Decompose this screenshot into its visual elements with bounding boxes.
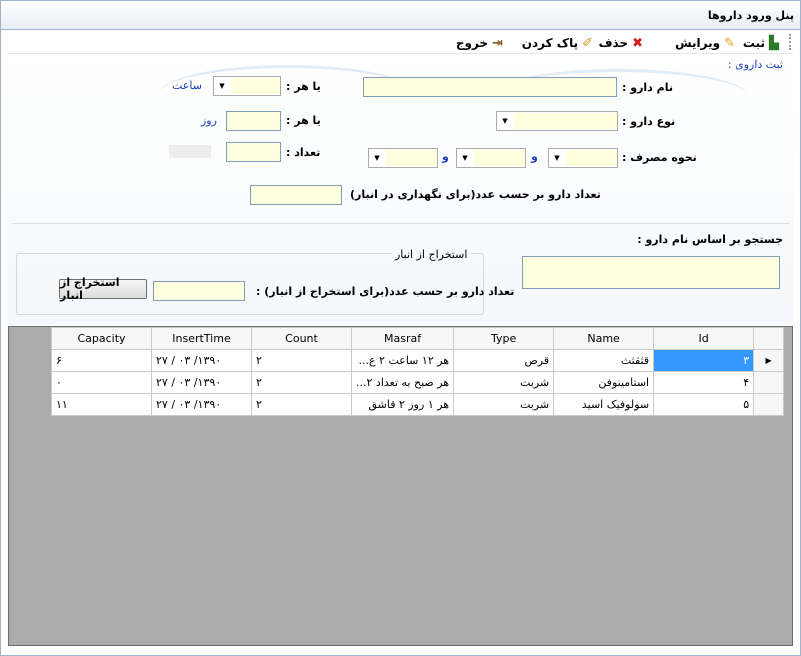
and-label-1: و — [531, 150, 538, 163]
cell-id[interactable]: ۳ — [653, 349, 755, 372]
clear-button[interactable]: ✐ پاک کردن — [522, 34, 593, 52]
every-hours-label: یا هر : — [286, 80, 321, 93]
usage-label: نحوه مصرف : — [622, 151, 697, 164]
save-button[interactable]: ▙ ثبت — [743, 34, 779, 52]
day-unit-label: روز — [201, 114, 217, 127]
dropdown-arrow-icon: ▼ — [374, 154, 380, 162]
cell-inserttime[interactable]: ۲۷ / ۰۳ /۱۳۹۰ — [151, 371, 252, 394]
column-header-name[interactable]: Name — [553, 327, 655, 350]
separator — [12, 223, 789, 224]
cell-id[interactable]: ۴ — [653, 371, 755, 394]
cell-type[interactable]: قرص — [453, 349, 555, 372]
cell-name[interactable]: سولوفیک اسید — [553, 393, 655, 416]
column-header-id[interactable]: Id — [653, 327, 755, 350]
cell-capacity[interactable]: ۰ — [51, 371, 152, 394]
cell-masraf[interactable]: هر ۱۲ ساعت ۲ ع... — [350, 349, 455, 372]
window-titlebar: پنل ورود داروها — [0, 0, 801, 30]
drugs-grid[interactable]: Capacity InsertTime Count Masraf Type Na… — [8, 326, 793, 646]
dropdown-arrow-icon: ▼ — [219, 82, 225, 90]
count-label: تعداد : — [286, 146, 321, 159]
table-row[interactable]: ۶ ۲۷ / ۰۳ /۱۳۹۰ ۲ هر ۱۲ ساعت ۲ ع... قرص … — [51, 349, 785, 372]
column-header-count[interactable]: Count — [251, 327, 352, 350]
cell-type[interactable]: شربت — [453, 371, 555, 394]
and-label-2: و — [442, 150, 449, 163]
drug-type-label: نوع دارو : — [622, 115, 676, 128]
dropdown-arrow-icon: ▼ — [462, 154, 468, 162]
dropdown-arrow-icon: ▼ — [554, 154, 560, 162]
column-header-capacity[interactable]: Capacity — [51, 327, 152, 350]
extract-count-label: تعداد دارو بر حسب عدد(برای استخراج از ان… — [256, 285, 515, 298]
usage-combobox-1[interactable]: ▼ — [548, 148, 618, 168]
count-display — [169, 145, 211, 158]
column-header-type[interactable]: Type — [453, 327, 555, 350]
bar-chart-icon: ▙ — [769, 35, 779, 51]
row-header[interactable] — [753, 393, 785, 416]
table-row[interactable]: ۰ ۲۷ / ۰۳ /۱۳۹۰ ۲ هر صبح به تعداد ۲... ش… — [51, 371, 785, 394]
column-header-inserttime[interactable]: InsertTime — [151, 327, 252, 350]
row-header[interactable] — [753, 371, 785, 394]
usage-combobox-2[interactable]: ▼ — [456, 148, 526, 168]
cell-name[interactable]: استامینوفن — [553, 371, 655, 394]
hours-combobox[interactable]: ▼ — [213, 76, 281, 96]
edit-button[interactable]: ✎ ویرایش — [675, 34, 735, 52]
cell-count[interactable]: ۲ — [251, 349, 352, 372]
delete-button[interactable]: ✖ حذف — [599, 34, 643, 52]
every-days-label: یا هر : — [286, 114, 321, 127]
extract-count-input[interactable] — [153, 281, 245, 301]
drug-name-input[interactable] — [363, 77, 617, 97]
search-input[interactable] — [522, 256, 780, 289]
toolbar-grip[interactable] — [788, 34, 791, 50]
current-row-marker-icon[interactable]: ▶ — [753, 349, 785, 372]
cell-inserttime[interactable]: ۲۷ / ۰۳ /۱۳۹۰ — [151, 393, 252, 416]
pencil-icon: ✎ — [724, 35, 735, 51]
extract-button[interactable]: استخراج از انبار — [59, 276, 147, 302]
dropdown-arrow-icon: ▼ — [502, 117, 508, 125]
table-row[interactable]: ۱۱ ۲۷ / ۰۳ /۱۳۹۰ ۲ هر ۱ روز ۲ قاشق شربت … — [51, 393, 785, 416]
section-title: ثبت داروی : — [727, 58, 783, 71]
hour-unit-label: ساعت — [172, 79, 202, 92]
table-header-row: Capacity InsertTime Count Masraf Type Na… — [51, 327, 785, 350]
drugs-table: Capacity InsertTime Count Masraf Type Na… — [51, 327, 785, 416]
window-title: پنل ورود داروها — [707, 9, 794, 22]
cell-inserttime[interactable]: ۲۷ / ۰۳ /۱۳۹۰ — [151, 349, 252, 372]
toolbar: ▙ ثبت ✎ ویرایش ✖ حذف ✐ پاک کردن ⇥ خروج — [8, 30, 793, 54]
stock-count-input[interactable] — [250, 185, 342, 205]
cell-name[interactable]: قثقثث — [553, 349, 655, 372]
eraser-icon: ✐ — [582, 35, 593, 51]
extract-group-title: استخراج از انبار — [392, 248, 471, 261]
drug-entry-form: ثبت داروی : نام دارو : یا هر : ▼ ساعت نو… — [8, 55, 793, 325]
cell-capacity[interactable]: ۱۱ — [51, 393, 152, 416]
search-label: جستجو بر اساس نام دارو : — [637, 233, 783, 246]
stock-count-label: تعداد دارو بر حسب عدد(برای نگهداری در ان… — [350, 188, 601, 201]
exit-door-icon: ⇥ — [492, 35, 503, 51]
red-x-icon: ✖ — [632, 35, 643, 51]
cell-masraf[interactable]: هر صبح به تعداد ۲... — [350, 371, 455, 394]
column-header-masraf[interactable]: Masraf — [350, 327, 455, 350]
count-input[interactable] — [226, 142, 281, 162]
cell-id[interactable]: ۵ — [653, 393, 755, 416]
days-input[interactable] — [226, 111, 281, 131]
usage-combobox-3[interactable]: ▼ — [368, 148, 438, 168]
cell-type[interactable]: شربت — [453, 393, 555, 416]
drug-name-label: نام دارو : — [622, 81, 673, 94]
cell-count[interactable]: ۲ — [251, 393, 352, 416]
row-header-corner — [753, 327, 785, 350]
cell-masraf[interactable]: هر ۱ روز ۲ قاشق — [350, 393, 455, 416]
exit-button[interactable]: ⇥ خروج — [456, 34, 503, 52]
cell-count[interactable]: ۲ — [251, 371, 352, 394]
cell-capacity[interactable]: ۶ — [51, 349, 152, 372]
drug-type-combobox[interactable]: ▼ — [496, 111, 618, 131]
